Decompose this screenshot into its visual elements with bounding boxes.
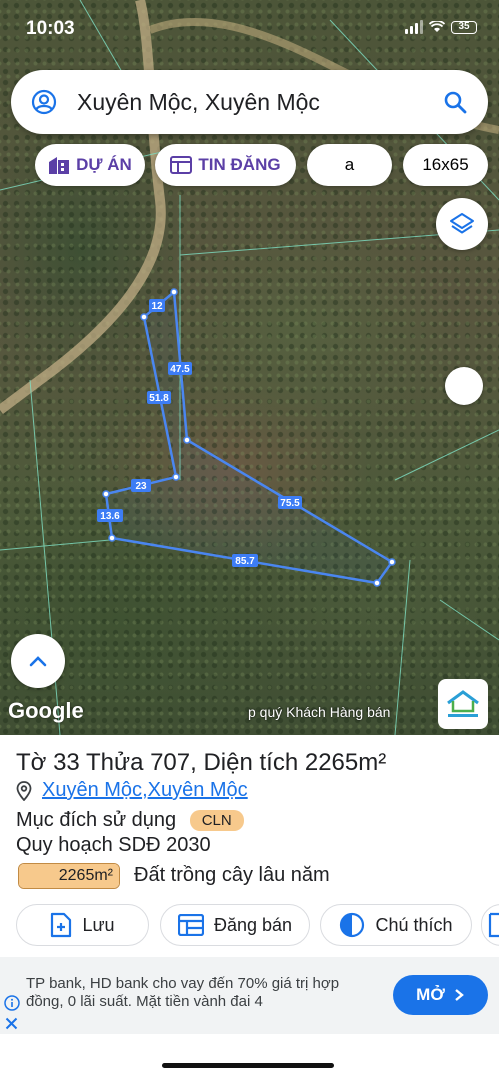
layers-icon bbox=[450, 213, 474, 234]
brand-logo[interactable] bbox=[438, 679, 488, 729]
chevron-right-icon bbox=[455, 989, 464, 1001]
plan-label: Quy hoạch SDĐ 2030 bbox=[16, 834, 211, 856]
status-icons: 35 bbox=[405, 20, 477, 34]
ad-banner[interactable]: TP bank, HD bank cho vay đến 70% giá trị… bbox=[0, 957, 499, 1034]
building-icon bbox=[49, 157, 70, 174]
ad-text: TP bank, HD bank cho vay đến 70% giá trị… bbox=[26, 975, 340, 1010]
location-button[interactable] bbox=[445, 367, 483, 405]
edge-label: 13.6 bbox=[100, 511, 120, 522]
map-attribution: p quý Khách Hàng bán bbox=[248, 704, 391, 720]
chip-filter-size[interactable]: 16x65 bbox=[403, 144, 488, 186]
parcel-location: Xuyên Mộc , Xuyên Mộc bbox=[16, 779, 248, 802]
chevron-up-icon bbox=[29, 656, 47, 667]
info-icon[interactable] bbox=[4, 995, 20, 1011]
location-pin-icon bbox=[16, 780, 32, 801]
location-link-district[interactable]: Xuyên Mộc bbox=[42, 779, 142, 802]
wifi-icon bbox=[429, 21, 445, 32]
chip-filter-a[interactable]: a bbox=[307, 144, 392, 186]
signal-icon bbox=[405, 20, 423, 34]
parcel-title: Tờ 33 Thửa 707, Diện tích 2265m² bbox=[16, 749, 387, 776]
edge-label: 23 bbox=[135, 481, 147, 492]
search-icon[interactable] bbox=[442, 89, 468, 115]
chip-tin-dang[interactable]: TIN ĐĂNG bbox=[155, 144, 296, 186]
house-logo-icon bbox=[447, 690, 479, 717]
home-indicator[interactable] bbox=[162, 1063, 334, 1068]
edge-label: 47.5 bbox=[170, 364, 190, 375]
more-actions-button[interactable] bbox=[481, 904, 499, 946]
purpose-badge: CLN bbox=[189, 810, 244, 832]
listing-icon bbox=[170, 156, 193, 174]
purpose-row: Mục đích sử dụng CLN bbox=[16, 809, 244, 832]
edge-label: 51.8 bbox=[149, 393, 169, 404]
chip-tin-dang-label: TIN ĐĂNG bbox=[198, 155, 281, 174]
close-icon[interactable] bbox=[5, 1017, 18, 1030]
add-file-icon bbox=[51, 912, 72, 938]
location-link-commune[interactable]: Xuyên Mộc bbox=[148, 779, 248, 802]
chip-du-an-label: DỰ ÁN bbox=[76, 155, 132, 174]
ad-open-label: MỞ bbox=[416, 985, 445, 1004]
post-sale-label: Đăng bán bbox=[213, 914, 293, 935]
layers-button[interactable] bbox=[436, 198, 488, 250]
edge-label: 12 bbox=[151, 301, 163, 312]
purpose-label: Mục đích sử dụng bbox=[16, 809, 177, 831]
road bbox=[0, 0, 166, 414]
land-type: Đất trồng cây lâu năm bbox=[134, 864, 330, 886]
edge-label: 75.5 bbox=[280, 498, 300, 509]
search-bar[interactable]: Xuyên Mộc, Xuyên Mộc bbox=[11, 70, 488, 134]
contrast-icon bbox=[340, 912, 365, 938]
chip-du-an[interactable]: DỰ ÁN bbox=[35, 144, 145, 186]
plan-area-value: 2265m² bbox=[58, 867, 113, 884]
edge-label: 85.7 bbox=[235, 556, 255, 567]
status-time: 10:03 bbox=[26, 18, 75, 39]
save-label: Lưu bbox=[82, 914, 115, 935]
plan-area-bar: 2265m² bbox=[18, 863, 120, 889]
legend-button[interactable]: Chú thích bbox=[320, 904, 472, 946]
more-actions-icon bbox=[488, 912, 499, 938]
expand-button[interactable] bbox=[11, 634, 65, 688]
google-logo: Google bbox=[8, 698, 84, 723]
satellite-map[interactable]: 12 47.5 51.8 75.5 23 13.6 85.7 10:03 35 bbox=[0, 0, 499, 735]
ad-open-button[interactable]: MỞ bbox=[393, 975, 488, 1015]
battery-icon: 35 bbox=[451, 20, 477, 34]
save-button[interactable]: Lưu bbox=[16, 904, 149, 946]
post-sale-button[interactable]: Đăng bán bbox=[160, 904, 310, 946]
search-input[interactable]: Xuyên Mộc, Xuyên Mộc bbox=[77, 89, 442, 116]
listing-form-icon bbox=[177, 914, 204, 936]
account-icon[interactable] bbox=[31, 89, 57, 115]
parcel-polygon[interactable] bbox=[104, 289, 394, 585]
legend-label: Chú thích bbox=[375, 914, 453, 935]
